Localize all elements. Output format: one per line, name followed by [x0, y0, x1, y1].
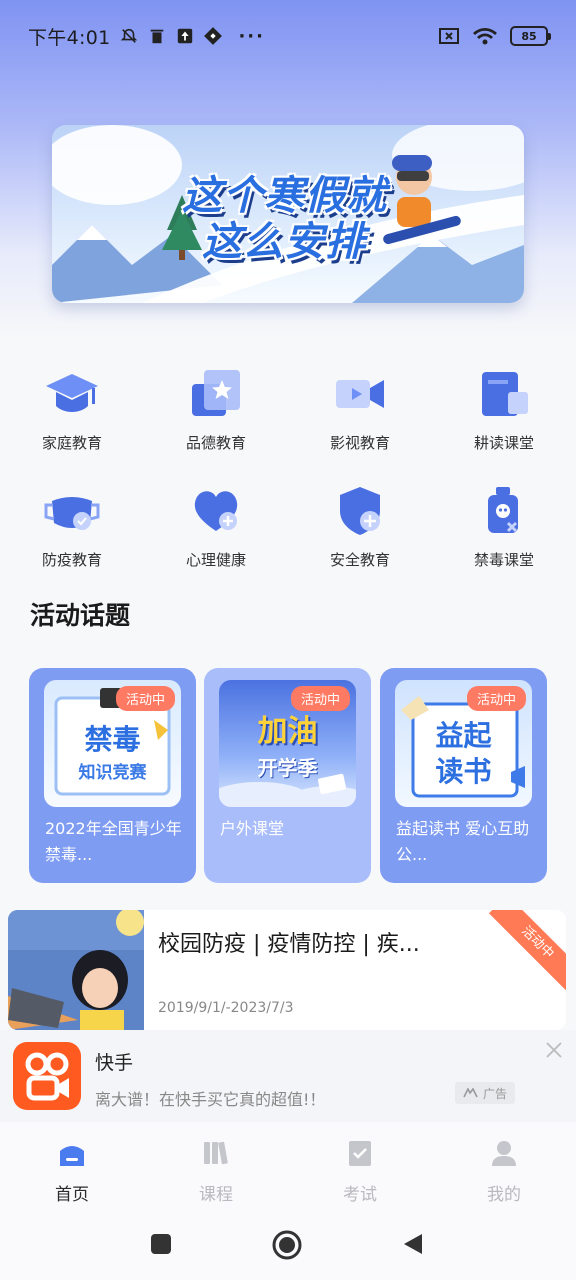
tab-label: 考试	[343, 1185, 377, 1205]
status-badge: 活动中	[290, 686, 350, 711]
ad-tag: 广告	[455, 1082, 515, 1104]
ad-tag-label: 广告	[482, 1086, 507, 1101]
system-navigation-bar	[0, 1208, 576, 1280]
category-label: 家庭教育	[41, 434, 102, 452]
list-item-image	[8, 910, 144, 1030]
category-label: 禁毒课堂	[473, 551, 534, 569]
category-safety-education[interactable]: 安全教育	[288, 475, 432, 575]
ad-title: 快手	[95, 1052, 134, 1074]
status-badge: 活动中	[115, 686, 175, 711]
category-mental-health[interactable]: 心理健康	[144, 475, 288, 575]
ad-network-icon	[463, 1088, 478, 1098]
activity-card-title: 2022年全国青少年禁毒...	[45, 819, 182, 864]
bottom-navigation: 首页 课程 考试 我的	[0, 1122, 576, 1208]
tab-exams[interactable]: 考试	[288, 1122, 432, 1208]
category-film-education[interactable]: 影视教育	[288, 358, 432, 458]
ad-description: 离大谱！在快手买它真的超值!！	[95, 1090, 326, 1109]
trash-icon	[151, 29, 164, 44]
activity-thumb-subtitle: 知识竞赛	[78, 763, 147, 783]
ad-banner[interactable]: 快手 离大谱！在快手买它真的超值!！ 广告	[0, 1030, 576, 1122]
exam-paper-icon	[349, 1141, 371, 1166]
tab-courses[interactable]: 课程	[144, 1122, 288, 1208]
section-title-activities: 活动话题	[30, 601, 131, 630]
mask-icon	[44, 497, 100, 530]
status-badge: 活动中	[466, 686, 526, 711]
back-icon[interactable]	[402, 1232, 424, 1256]
activity-thumb-subtitle: 开学季	[257, 756, 318, 780]
status-bar: 下午4:01 ··· 85	[0, 0, 576, 72]
books-icon	[204, 1141, 228, 1165]
promo-banner[interactable]: 这个寒假就 这么安排	[52, 125, 524, 303]
recent-apps-icon[interactable]	[150, 1233, 172, 1255]
category-anti-drug-class[interactable]: 禁毒课堂	[432, 475, 576, 575]
category-label: 品德教育	[185, 434, 246, 452]
activity-card[interactable]: 益起 读书 活动中 益起读书 爱心互助公...	[380, 668, 547, 883]
video-camera-icon	[336, 380, 384, 408]
category-label: 耕读课堂	[473, 434, 534, 452]
more-notifications: ···	[238, 25, 265, 47]
banner-headline-line2: 这么安排	[202, 219, 366, 265]
activity-thumb-title: 益起	[435, 719, 492, 752]
tab-home[interactable]: 首页	[0, 1122, 144, 1208]
wifi-icon	[473, 28, 497, 45]
student-at-laptop-illustration	[8, 910, 144, 1030]
tab-label: 课程	[199, 1185, 233, 1205]
activity-card[interactable]: 禁毒 知识竞赛 活动中 2022年全国青少年禁毒...	[29, 668, 196, 883]
poison-bottle-icon	[488, 487, 518, 533]
activity-card-title: 户外课堂	[220, 819, 285, 838]
tab-profile[interactable]: 我的	[432, 1122, 576, 1208]
home-button-icon[interactable]	[272, 1230, 302, 1260]
activity-card-image: 禁毒 知识竞赛 活动中	[44, 680, 181, 807]
book-icon	[482, 372, 528, 416]
mute-bell-icon	[121, 28, 138, 43]
category-family-education[interactable]: 家庭教育	[0, 358, 144, 458]
activity-list-item[interactable]: 校园防疫 | 疫情防控 | 疾... 2019/9/1/-2023/7/3 活动…	[8, 910, 566, 1030]
activity-card-image: 益起 读书 活动中	[395, 680, 532, 807]
category-label: 影视教育	[329, 434, 390, 452]
list-item-title: 校园防疫 | 疫情防控 | 疾...	[158, 932, 420, 957]
app-notification-icon	[204, 27, 223, 45]
heart-plus-icon	[194, 491, 238, 531]
activity-thumb-subtitle: 读书	[435, 755, 492, 788]
activity-card[interactable]: 加油 开学季 活动中 户外课堂	[204, 668, 371, 883]
category-label: 心理健康	[185, 551, 246, 569]
activity-card-image: 加油 开学季 活动中	[219, 680, 356, 807]
graduation-cap-icon	[46, 374, 98, 412]
status-ribbon: 活动中	[488, 910, 566, 992]
upload-icon	[178, 28, 193, 44]
list-item-date: 2019/9/1/-2023/7/3	[158, 1000, 294, 1016]
home-icon	[60, 1146, 84, 1166]
activity-thumb-title: 禁毒	[84, 723, 141, 756]
battery-indicator: 85	[510, 26, 551, 46]
category-label: 防疫教育	[41, 551, 102, 569]
close-icon[interactable]	[544, 1040, 564, 1060]
category-epidemic-education[interactable]: 防疫教育	[0, 475, 144, 575]
status-time: 下午4:01	[28, 26, 111, 49]
shield-plus-icon	[340, 487, 380, 535]
activity-thumb-title: 加油	[257, 714, 318, 749]
activity-card-title: 益起读书 爱心互助公...	[396, 819, 530, 864]
category-reading-class[interactable]: 耕读课堂	[432, 358, 576, 458]
sim-missing-icon	[439, 28, 459, 44]
user-icon	[492, 1141, 516, 1166]
category-label: 安全教育	[329, 551, 390, 569]
star-card-icon	[192, 370, 240, 416]
tab-label: 首页	[55, 1185, 89, 1205]
category-moral-education[interactable]: 品德教育	[144, 358, 288, 458]
kuaishou-logo-icon	[13, 1042, 81, 1110]
tab-label: 我的	[487, 1185, 521, 1205]
